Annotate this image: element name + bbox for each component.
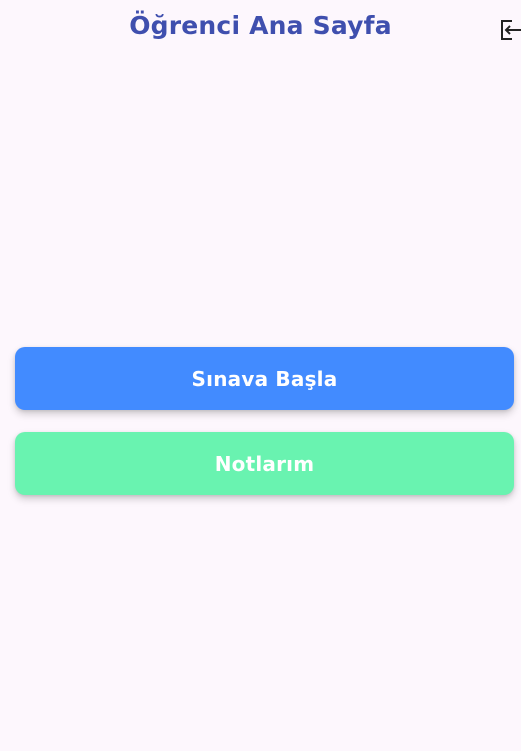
start-exam-label: Sınava Başla [191,366,338,391]
my-grades-button[interactable]: Notlarım [15,432,514,495]
app-bar: Öğrenci Ana Sayfa [0,0,521,60]
start-exam-button[interactable]: Sınava Başla [15,347,514,410]
logout-button[interactable] [499,18,521,42]
page-title: Öğrenci Ana Sayfa [129,11,392,40]
my-grades-label: Notlarım [214,451,315,476]
logout-icon [499,18,521,42]
